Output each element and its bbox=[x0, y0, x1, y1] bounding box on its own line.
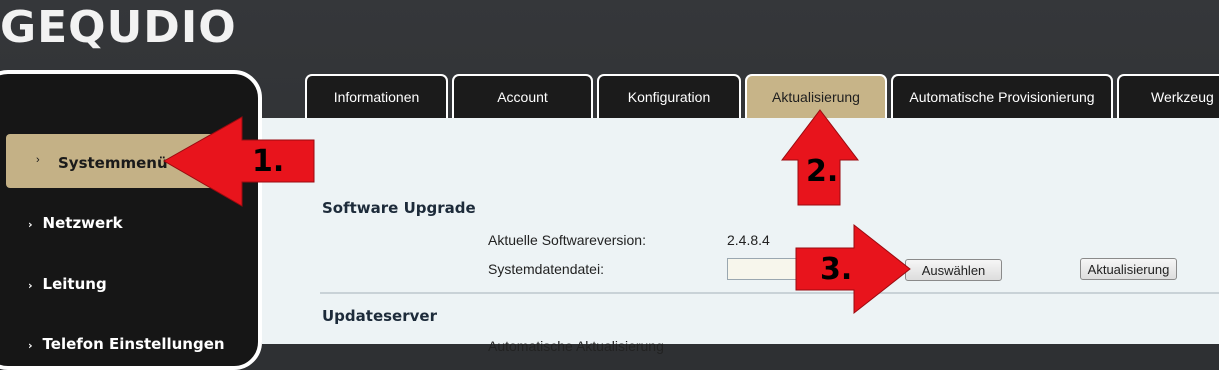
chevron-right-icon: › bbox=[28, 218, 33, 231]
sidebar-item-label: Systemmenü bbox=[58, 154, 168, 172]
current-version-value: 2.4.8.4 bbox=[727, 232, 770, 248]
tab-informationen[interactable]: Informationen bbox=[305, 74, 448, 118]
choose-file-button[interactable]: Auswählen bbox=[905, 259, 1002, 281]
brand-logo: GEQUDIO bbox=[0, 2, 237, 53]
tab-werkzeug[interactable]: Werkzeug bbox=[1117, 74, 1219, 118]
section-title-software-upgrade: Software Upgrade bbox=[322, 199, 476, 217]
chevron-right-icon: › bbox=[28, 339, 33, 352]
annotation-arrow-3 bbox=[795, 223, 911, 315]
sidebar-item-label: Telefon Einstellungen bbox=[42, 335, 225, 353]
auto-update-label: Automatische Aktualisierung bbox=[488, 338, 664, 354]
section-title-updateserver: Updateserver bbox=[322, 307, 437, 325]
chevron-right-icon: › bbox=[28, 279, 33, 292]
update-button[interactable]: Aktualisierung bbox=[1080, 258, 1177, 280]
sidebar-item-label: Netzwerk bbox=[42, 214, 123, 232]
annotation-arrow-1 bbox=[162, 116, 315, 207]
sidebar-item-telefon-einstellungen[interactable]: › Telefon Einstellungen bbox=[28, 335, 225, 353]
tab-account[interactable]: Account bbox=[452, 74, 593, 118]
system-file-label: Systemdatendatei: bbox=[488, 261, 604, 277]
sidebar-item-label: Leitung bbox=[42, 275, 107, 293]
annotation-label-2: 2. bbox=[806, 154, 839, 189]
chevron-right-icon: › bbox=[36, 154, 40, 166]
section-divider bbox=[320, 292, 1219, 294]
annotation-label-3: 3. bbox=[820, 252, 853, 287]
sidebar-item-netzwerk[interactable]: › Netzwerk bbox=[28, 214, 123, 232]
tab-konfiguration[interactable]: Konfiguration bbox=[597, 74, 741, 118]
tab-automatische-provisionierung[interactable]: Automatische Provisionierung bbox=[891, 74, 1113, 118]
sidebar-item-leitung[interactable]: › Leitung bbox=[28, 275, 107, 293]
current-version-label: Aktuelle Softwareversion: bbox=[488, 232, 646, 248]
annotation-label-1: 1. bbox=[252, 144, 285, 179]
